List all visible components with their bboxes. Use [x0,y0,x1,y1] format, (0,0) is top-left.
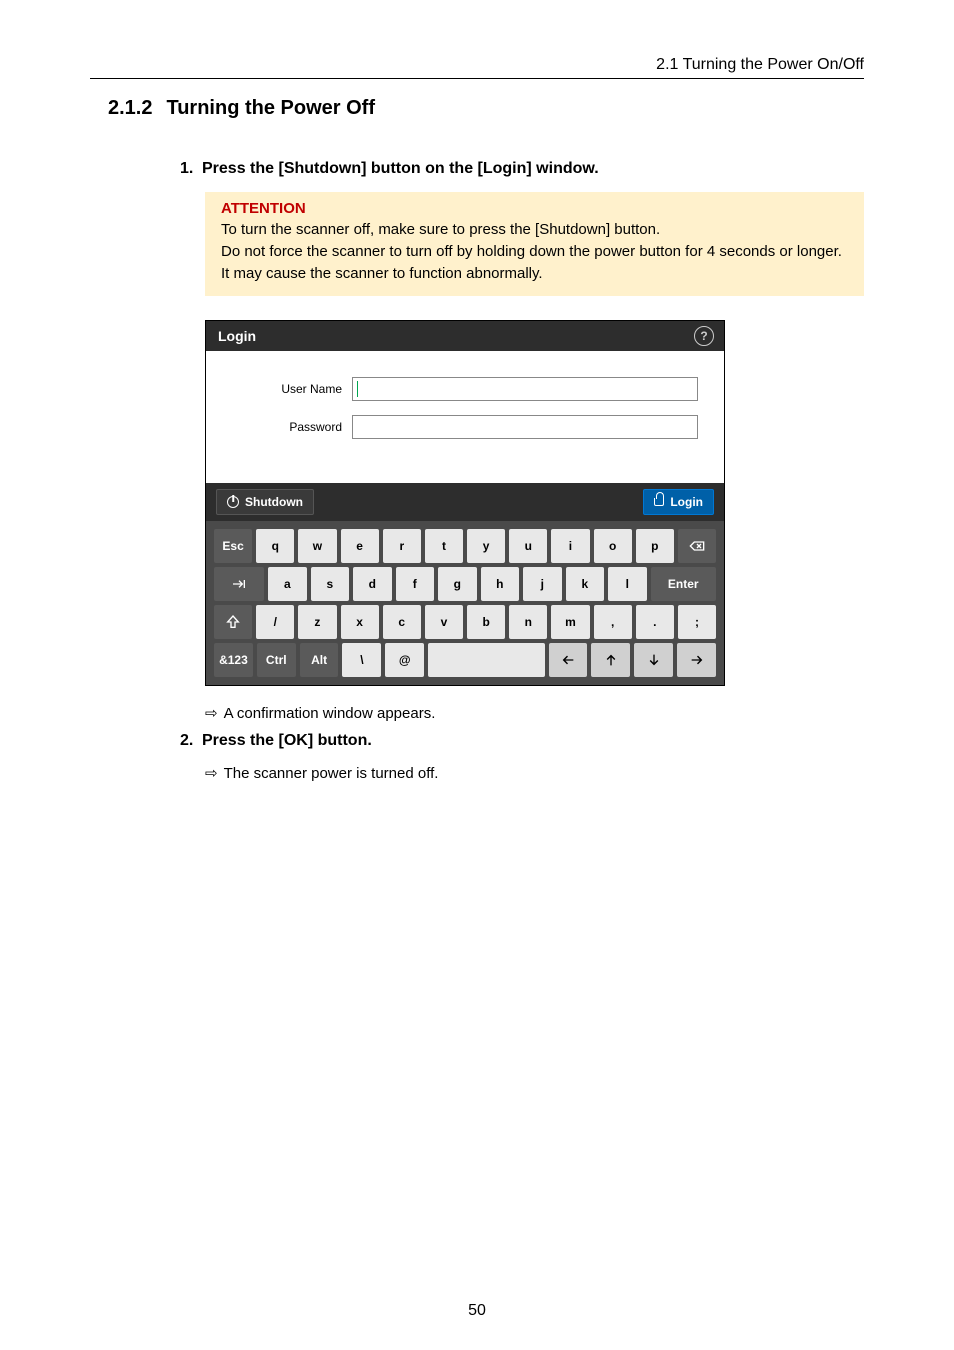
password-row: Password [232,415,698,439]
key-v[interactable]: v [425,605,463,639]
key-b[interactable]: b [467,605,505,639]
step-2-number: 2. [180,732,202,750]
attention-title: ATTENTION [221,200,848,217]
result-arrow-icon: ⇨ [205,705,218,722]
login-button-bar: Shutdown Login [206,483,724,521]
key-a[interactable]: a [268,567,307,601]
section-title: Turning the Power Off [166,97,375,119]
password-input[interactable] [352,415,698,439]
key-k[interactable]: k [566,567,605,601]
password-label: Password [232,420,352,434]
shutdown-button[interactable]: Shutdown [216,489,314,515]
key-l[interactable]: l [608,567,647,601]
arrow-up-icon [603,652,619,668]
step-1-text: Press the [Shutdown] button on the [Logi… [202,160,599,177]
key-arrow-left[interactable] [549,643,588,677]
arrow-right-icon [689,652,705,668]
key-m[interactable]: m [551,605,589,639]
key-o[interactable]: o [594,529,632,563]
key-t[interactable]: t [425,529,463,563]
key-n[interactable]: n [509,605,547,639]
key-enter[interactable]: Enter [651,567,716,601]
key-ctrl[interactable]: Ctrl [257,643,296,677]
key-symbols[interactable]: &123 [214,643,253,677]
login-title: Login [218,328,256,344]
key-y[interactable]: y [467,529,505,563]
step-2: 2.Press the [OK] button. [180,732,864,750]
key-h[interactable]: h [481,567,520,601]
help-icon[interactable]: ? [694,326,714,346]
key-p[interactable]: p [636,529,674,563]
key-alt[interactable]: Alt [300,643,339,677]
key-i[interactable]: i [551,529,589,563]
text-cursor-icon [357,381,358,397]
key-x[interactable]: x [341,605,379,639]
power-icon [227,496,239,508]
key-period[interactable]: . [636,605,674,639]
step-1-number: 1. [180,160,202,178]
username-label: User Name [232,382,352,396]
key-j[interactable]: j [523,567,562,601]
key-f[interactable]: f [396,567,435,601]
key-w[interactable]: w [298,529,336,563]
key-arrow-up[interactable] [591,643,630,677]
shift-icon [225,614,241,630]
key-comma[interactable]: , [594,605,632,639]
page-number: 50 [0,1302,954,1320]
shutdown-button-label: Shutdown [245,495,303,509]
key-c[interactable]: c [383,605,421,639]
key-tab[interactable] [214,567,264,601]
result-arrow-icon: ⇨ [205,765,218,782]
header-rule [90,78,864,79]
key-z[interactable]: z [298,605,336,639]
key-space[interactable] [428,643,545,677]
header-breadcrumb: 2.1 Turning the Power On/Off [90,56,864,74]
section-heading: 2.1.2 Turning the Power Off [108,97,864,120]
backspace-icon [689,538,705,554]
result-1: ⇨ A confirmation window appears. [205,704,864,722]
key-at[interactable]: @ [385,643,424,677]
key-e[interactable]: e [341,529,379,563]
arrow-left-icon [560,652,576,668]
username-input[interactable] [352,377,698,401]
arrow-down-icon [646,652,662,668]
key-arrow-right[interactable] [677,643,716,677]
login-button-label: Login [670,495,703,509]
key-r[interactable]: r [383,529,421,563]
lock-icon [654,498,664,506]
section-number: 2.1.2 [108,97,152,119]
key-esc[interactable]: Esc [214,529,252,563]
attention-line-2: Do not force the scanner to turn off by … [221,241,848,263]
login-window-screenshot: Login ? User Name Password Shutdown [205,320,725,686]
key-backslash[interactable]: \ [342,643,381,677]
key-backspace[interactable] [678,529,716,563]
key-q[interactable]: q [256,529,294,563]
key-slash[interactable]: / [256,605,294,639]
tab-icon [231,576,247,592]
login-titlebar: Login ? [206,321,724,351]
step-2-text: Press the [OK] button. [202,732,372,749]
step-1: 1.Press the [Shutdown] button on the [Lo… [180,160,864,178]
result-2-text: The scanner power is turned off. [224,765,439,782]
onscreen-keyboard: Esc q w e r t y u i o p [206,521,724,685]
key-arrow-down[interactable] [634,643,673,677]
key-s[interactable]: s [311,567,350,601]
key-d[interactable]: d [353,567,392,601]
key-semicolon[interactable]: ; [678,605,716,639]
key-shift[interactable] [214,605,252,639]
username-row: User Name [232,377,698,401]
login-form-area: User Name Password [206,351,724,483]
attention-line-3: It may cause the scanner to function abn… [221,263,848,285]
attention-line-1: To turn the scanner off, make sure to pr… [221,219,848,241]
key-u[interactable]: u [509,529,547,563]
result-2: ⇨ The scanner power is turned off. [205,764,864,782]
key-g[interactable]: g [438,567,477,601]
login-button[interactable]: Login [643,489,714,515]
result-1-text: A confirmation window appears. [224,705,436,722]
attention-box: ATTENTION To turn the scanner off, make … [205,192,864,296]
